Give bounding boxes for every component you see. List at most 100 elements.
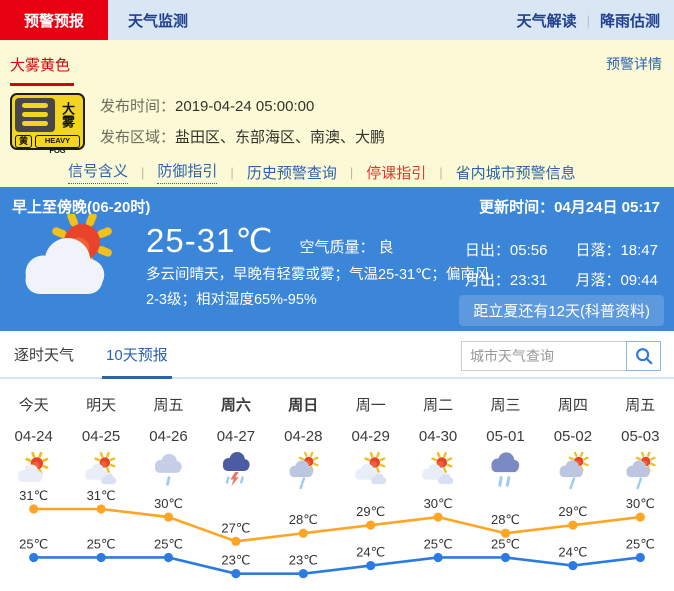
day-name: 周五 — [607, 394, 674, 415]
temp-point-label: 30℃ — [424, 496, 453, 511]
nav-spacer — [208, 0, 507, 40]
alert-quick-link-1[interactable]: 防御指引 — [157, 160, 217, 184]
sunset-time: 日落：18:47 — [575, 239, 658, 260]
link-weather-interpretation[interactable]: 天气解读 — [507, 0, 587, 40]
low-temp-line — [34, 557, 641, 573]
forecast-tab-bar: 逐时天气 10天预报 — [0, 331, 674, 379]
update-time-label: 更新时间：04月24日 05:17 — [479, 196, 660, 217]
temp-point — [29, 504, 38, 513]
sun-shower-icon — [539, 452, 606, 490]
forecast-day-column-7[interactable]: 周三05-01 — [472, 394, 539, 490]
sun-moon-times: 日出：05:56 日落：18:47 月出：23:31 月落：09:44 — [465, 239, 658, 290]
temp-point — [299, 569, 308, 578]
link-rain-estimate[interactable]: 降雨估测 — [590, 0, 674, 40]
weather-description-line2: 2-3级；相对湿度65%-95% — [146, 288, 489, 313]
tab-weather-monitor[interactable]: 天气监测 — [108, 0, 208, 40]
temp-point — [299, 529, 308, 538]
temp-point-label: 23℃ — [289, 553, 318, 568]
forecast-day-column-2[interactable]: 周五04-26 — [135, 394, 202, 490]
fog-lines-glyph — [15, 98, 55, 132]
fog-level-label: 黄 — [15, 135, 32, 148]
forecast-day-column-0[interactable]: 今天04-24 — [0, 394, 67, 490]
temp-point-label: 24℃ — [356, 545, 385, 560]
air-quality-value: 良 — [378, 239, 393, 256]
search-button[interactable] — [626, 341, 661, 371]
temp-point-label: 25℃ — [424, 536, 453, 551]
moonset-time: 月落：09:44 — [575, 269, 658, 290]
forecast-day-column-4[interactable]: 周日04-28 — [270, 394, 337, 490]
alert-quick-link-4[interactable]: 省内城市预警信息 — [456, 162, 576, 183]
alert-quick-link-2[interactable]: 历史预警查询 — [247, 162, 337, 183]
temp-point — [231, 537, 240, 546]
day-name: 周日 — [270, 394, 337, 415]
day-name: 周三 — [472, 394, 539, 415]
forecast-day-column-3[interactable]: 周六04-27 — [202, 394, 269, 490]
issued-area-label: 发布区域： — [100, 129, 175, 146]
issued-time-row: 发布时间：2019-04-24 05:00:00 — [100, 95, 385, 116]
temp-point — [636, 553, 645, 562]
forecast-day-column-8[interactable]: 周四 05-02 — [539, 394, 606, 490]
temp-point-label: 25℃ — [19, 536, 48, 551]
thunderstorm-icon — [202, 452, 269, 490]
link-separator: | — [230, 165, 233, 180]
temp-point — [164, 512, 173, 521]
temp-point-label: 25℃ — [626, 536, 655, 551]
day-date: 04-29 — [337, 428, 404, 445]
temp-point-label: 28℃ — [289, 512, 318, 527]
temp-point — [568, 521, 577, 530]
day-date: 04-24 — [0, 428, 67, 445]
tab-hourly-weather[interactable]: 逐时天气 — [10, 344, 78, 377]
day-date: 04-25 — [67, 428, 134, 445]
temp-point — [501, 553, 510, 562]
temp-chart: 31℃31℃30℃27℃28℃29℃30℃28℃29℃30℃25℃25℃25℃2… — [0, 490, 674, 591]
temp-point-label: 24℃ — [558, 545, 587, 560]
temp-point-label: 30℃ — [626, 496, 655, 511]
sun-shower-icon — [270, 452, 337, 490]
temp-point — [434, 553, 443, 562]
issued-time-value: 2019-04-24 05:00:00 — [175, 98, 314, 115]
alert-title-fog-yellow[interactable]: 大雾黄色 — [10, 54, 74, 86]
issued-area-row: 发布区域：盐田区、东部海区、南澳、大鹏 — [100, 126, 385, 147]
partly-cloudy-icon — [0, 452, 67, 490]
temp-point-label: 23℃ — [221, 553, 250, 568]
temp-point — [636, 512, 645, 521]
alert-quick-link-0[interactable]: 信号含义 — [68, 160, 128, 184]
tab-10day-forecast[interactable]: 10天预报 — [102, 344, 172, 379]
day-name: 周四 — [539, 394, 606, 415]
air-quality: 空气质量：良 — [299, 236, 393, 257]
alert-details-link[interactable]: 预警详情 — [606, 54, 662, 74]
forecast-day-column-5[interactable]: 周一04-29 — [337, 394, 404, 490]
temp-range-value: 25-31℃ — [146, 221, 273, 260]
day-name: 周五 — [135, 394, 202, 415]
issued-area-value: 盐田区、东部海区、南澳、大鹏 — [175, 129, 385, 146]
sunrise-time: 日出：05:56 — [465, 239, 548, 260]
current-weather-panel: 早上至傍晚(06-20时) 更新时间：04月24日 05:17 25-31℃ 空… — [0, 187, 674, 331]
day-name: 周六 — [202, 394, 269, 415]
tab-warning-forecast[interactable]: 预警预报 — [0, 0, 108, 40]
temp-point-label: 25℃ — [154, 536, 183, 551]
air-quality-label: 空气质量： — [299, 239, 374, 256]
temp-point-label: 29℃ — [356, 504, 385, 519]
city-weather-search-input[interactable] — [461, 341, 627, 371]
day-date: 05-03 — [607, 428, 674, 445]
temp-point — [29, 553, 38, 562]
forecast-day-column-9[interactable]: 周五 05-03 — [607, 394, 674, 490]
fog-cn-label: 大雾 — [55, 98, 80, 132]
day-date: 04-30 — [404, 428, 471, 445]
rain-icon — [135, 452, 202, 490]
temp-point-label: 27℃ — [221, 520, 250, 535]
solar-term-badge[interactable]: 距立夏还有12天(科普资料) — [459, 295, 664, 326]
high-temp-line — [34, 509, 641, 541]
alert-quick-link-3[interactable]: 停课指引 — [366, 162, 426, 183]
temp-point — [366, 521, 375, 530]
forecast-day-column-6[interactable]: 周二04-30 — [404, 394, 471, 490]
alert-links: 信号含义|防御指引|历史预警查询|停课指引|省内城市预警信息 — [68, 160, 674, 184]
forecast-day-column-1[interactable]: 明天04-25 — [67, 394, 134, 490]
issued-time-label: 发布时间： — [100, 98, 175, 115]
day-date: 05-02 — [539, 428, 606, 445]
link-separator: | — [350, 165, 353, 180]
weather-description: 多云间晴天，早晚有轻雾或雾；气温25-31℃；偏南风 2-3级；相对湿度65%-… — [146, 263, 489, 313]
sun-shower-icon — [607, 452, 674, 490]
temp-point — [231, 569, 240, 578]
temp-point-label: 31℃ — [19, 490, 48, 503]
